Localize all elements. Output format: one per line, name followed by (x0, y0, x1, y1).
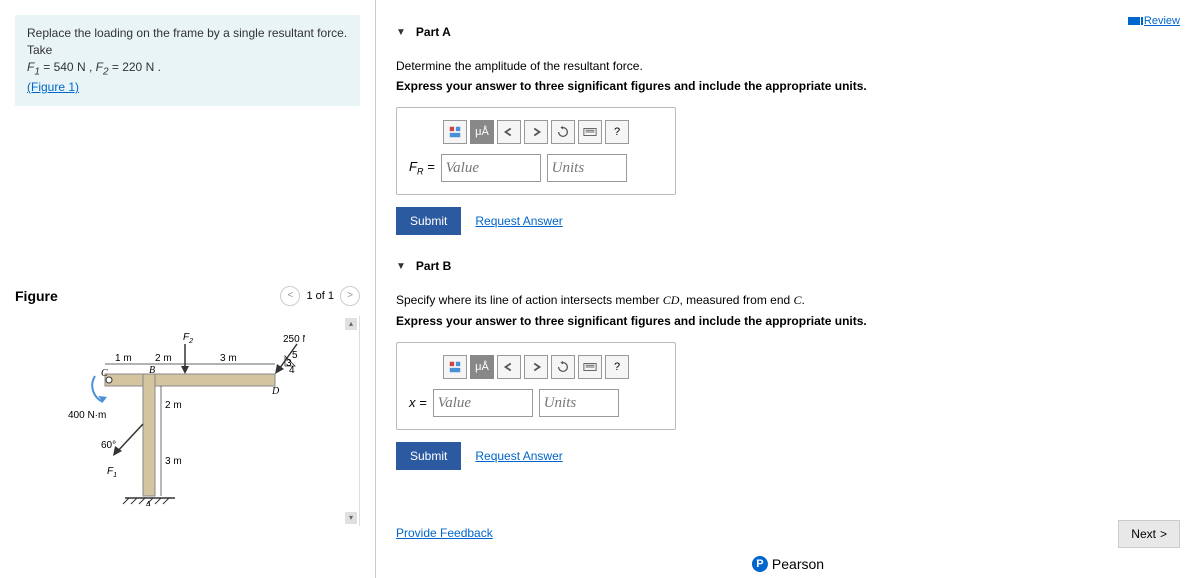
next-button[interactable]: Next> (1118, 520, 1180, 548)
part-b-label: x = (409, 395, 427, 411)
svg-text:3 m: 3 m (220, 353, 237, 364)
undo-button[interactable] (497, 355, 521, 379)
svg-text:1 m: 1 m (115, 353, 132, 364)
collapse-icon: ▼ (396, 27, 406, 38)
reset-button[interactable] (551, 120, 575, 144)
part-a-header[interactable]: ▼ Part A (396, 25, 1180, 39)
part-b-request-link[interactable]: Request Answer (475, 449, 562, 463)
figure-diagram: F2 250 N 5 3 4 1 m 2 m 3 m 2 m 3 m 400 N… (65, 326, 305, 506)
part-b-instruction: Specify where its line of action interse… (396, 293, 1180, 308)
pager-next-button[interactable]: > (340, 286, 360, 306)
help-button[interactable]: ? (605, 120, 629, 144)
template-button[interactable] (443, 355, 467, 379)
figure-area: ▴ ▾ (15, 316, 360, 526)
figure-title: Figure (15, 288, 58, 304)
problem-statement: Replace the loading on the frame by a si… (15, 15, 360, 106)
undo-button[interactable] (497, 120, 521, 144)
part-b-value-input[interactable] (433, 389, 533, 417)
svg-text:2 m: 2 m (155, 353, 172, 364)
svg-text:60°: 60° (101, 440, 116, 451)
svg-text:F1: F1 (107, 466, 117, 479)
svg-text:2 m: 2 m (165, 400, 182, 411)
part-a-request-link[interactable]: Request Answer (475, 214, 562, 228)
scroll-down-button[interactable]: ▾ (345, 512, 357, 524)
part-a-value-input[interactable] (441, 154, 541, 182)
provide-feedback-link[interactable]: Provide Feedback (396, 526, 493, 540)
svg-text:C: C (101, 368, 108, 379)
scroll-up-button[interactable]: ▴ (345, 318, 357, 330)
svg-text:3 m: 3 m (165, 456, 182, 467)
part-b-sub-instruction: Express your answer to three significant… (396, 314, 1180, 328)
keyboard-button[interactable] (578, 120, 602, 144)
pager-count: 1 of 1 (306, 290, 334, 302)
reset-button[interactable] (551, 355, 575, 379)
collapse-icon: ▼ (396, 261, 406, 272)
part-b-header[interactable]: ▼ Part B (396, 259, 1180, 273)
pager-prev-button[interactable]: < (280, 286, 300, 306)
svg-text:5: 5 (292, 350, 298, 361)
keyboard-button[interactable] (578, 355, 602, 379)
pearson-brand: P Pearson (752, 556, 824, 572)
template-button[interactable] (443, 120, 467, 144)
svg-text:4: 4 (289, 365, 295, 376)
svg-text:D: D (271, 386, 280, 397)
units-button[interactable]: μÅ (470, 120, 494, 144)
svg-text:250 N: 250 N (283, 334, 305, 345)
help-button[interactable]: ? (605, 355, 629, 379)
figure-pager: < 1 of 1 > (280, 286, 360, 306)
part-a-submit-button[interactable]: Submit (396, 207, 461, 235)
svg-text:F2: F2 (183, 332, 193, 345)
part-a-instruction: Determine the amplitude of the resultant… (396, 59, 1180, 73)
svg-text:400 N·m: 400 N·m (68, 410, 106, 421)
svg-text:B: B (149, 365, 155, 376)
part-b-submit-button[interactable]: Submit (396, 442, 461, 470)
part-b-answer-box: μÅ ? x = (396, 342, 676, 430)
part-a-answer-box: μÅ ? FR = (396, 107, 676, 195)
pearson-logo-icon: P (752, 556, 768, 572)
figure-link[interactable]: (Figure 1) (27, 80, 79, 94)
review-link[interactable]: Review (1128, 15, 1180, 27)
part-a-units-input[interactable] (547, 154, 627, 182)
part-a-sub-instruction: Express your answer to three significant… (396, 79, 1180, 93)
units-button[interactable]: μÅ (470, 355, 494, 379)
review-icon (1128, 17, 1140, 25)
part-b-units-input[interactable] (539, 389, 619, 417)
svg-text:A: A (144, 500, 152, 506)
part-a-label: FR = (409, 159, 435, 177)
redo-button[interactable] (524, 120, 548, 144)
redo-button[interactable] (524, 355, 548, 379)
